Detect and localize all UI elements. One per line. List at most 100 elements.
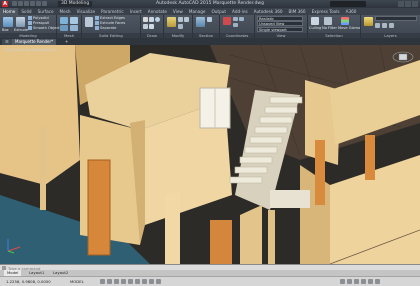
viewcube[interactable] xyxy=(392,49,414,63)
close-icon[interactable] xyxy=(412,1,418,7)
ribbon-tab-annotate[interactable]: Annotate xyxy=(145,8,170,15)
mesh-smooth-icon[interactable] xyxy=(60,17,68,24)
layer-properties-icon[interactable] xyxy=(364,17,373,26)
viewport-config-dropdown[interactable]: Single viewport xyxy=(257,27,303,32)
ribbon-tab-solid[interactable]: Solid xyxy=(18,8,34,15)
ribbon-tab-a360[interactable]: A360 xyxy=(343,8,360,15)
extrude-faces-item[interactable]: Extrude Faces xyxy=(95,21,125,25)
ucs-world-icon[interactable] xyxy=(233,17,238,21)
osnap-icon[interactable] xyxy=(128,279,133,284)
ribbon-tab-home[interactable]: Home xyxy=(0,8,19,15)
align-icon[interactable] xyxy=(184,17,189,22)
presspull-item[interactable]: Presspull xyxy=(28,21,49,25)
extrude-button-label[interactable]: Extrude xyxy=(14,28,28,32)
minimize-icon[interactable] xyxy=(398,1,404,7)
inner-wall-2 xyxy=(240,205,262,264)
circle-icon[interactable] xyxy=(155,17,160,22)
workspace-icon[interactable] xyxy=(347,279,352,284)
ribbon-tab-autodesk-360[interactable]: Autodesk 360 xyxy=(251,8,286,15)
layer-lock-icon[interactable] xyxy=(389,23,394,28)
ribbon-tab-mesh[interactable]: Mesh xyxy=(57,8,74,15)
section-plane-icon[interactable] xyxy=(196,17,205,27)
customization-icon[interactable] xyxy=(375,279,380,284)
ribbon-tab-manage[interactable]: Manage xyxy=(186,8,209,15)
ucs-icon[interactable] xyxy=(223,17,231,25)
smooth-object-item[interactable]: Smooth Object xyxy=(28,26,60,30)
ribbon-tab-view[interactable]: View xyxy=(170,8,186,15)
panel-layers: Layers xyxy=(361,15,420,38)
3d-move-icon[interactable] xyxy=(167,17,176,27)
panel-view: Realistic Unsaved View Single viewport V… xyxy=(255,15,308,38)
ucs-view-icon[interactable] xyxy=(239,17,244,21)
polar-icon[interactable] xyxy=(121,279,126,284)
window-controls xyxy=(398,1,418,7)
status-toggles xyxy=(100,279,161,284)
ducs-icon[interactable] xyxy=(142,279,147,284)
culling-icon[interactable] xyxy=(311,17,319,25)
maximize-icon[interactable] xyxy=(405,1,411,7)
separate-label: Separate xyxy=(100,26,117,30)
polysolid-label: Polysolid xyxy=(33,16,49,20)
ucs-object-icon[interactable] xyxy=(233,23,238,27)
ribbon-tab-visualize[interactable]: Visualize xyxy=(74,8,98,15)
hardware-acceleration-icon[interactable] xyxy=(361,279,366,284)
mesh-refine-icon[interactable] xyxy=(70,17,78,24)
smooth-object-label: Smooth Object xyxy=(33,26,60,30)
lower-door xyxy=(210,220,232,264)
mesh-convert-icon[interactable] xyxy=(70,25,78,31)
ribbon-tab-output[interactable]: Output xyxy=(208,8,229,15)
rotate-icon[interactable] xyxy=(178,17,183,22)
ortho-icon[interactable] xyxy=(114,279,119,284)
box-button-label[interactable]: Box xyxy=(2,28,9,32)
ribbon-tab-bim-360[interactable]: BIM 360 xyxy=(286,8,309,15)
move-gizmo-label[interactable]: Move Gizmo xyxy=(338,26,360,30)
grid-icon[interactable] xyxy=(100,279,105,284)
snap-icon[interactable] xyxy=(107,279,112,284)
no-filter-icon[interactable] xyxy=(324,17,332,25)
mirror-icon[interactable] xyxy=(178,24,183,29)
named-view-dropdown[interactable]: Unsaved View xyxy=(257,21,303,26)
viewport-controls-label[interactable]: [-][Custom View][Realistic] xyxy=(4,47,55,52)
layer-freeze-icon[interactable] xyxy=(382,23,387,28)
lineweight-icon[interactable] xyxy=(156,279,161,284)
search-input[interactable] xyxy=(330,1,366,7)
rectangle-icon[interactable] xyxy=(143,24,148,29)
title-bar: A 3D Modeling Autodesk AutoCAD 2015 Marq… xyxy=(0,0,420,8)
arc-icon[interactable] xyxy=(149,24,154,29)
box-icon[interactable] xyxy=(3,17,13,27)
layer-off-icon[interactable] xyxy=(375,23,380,28)
clean-screen-icon[interactable] xyxy=(368,279,373,284)
inner-wall xyxy=(165,190,180,264)
polysolid-item[interactable]: Polysolid xyxy=(28,16,49,20)
separate-item[interactable]: Separate xyxy=(95,26,116,30)
panel-selection: Culling No Filter Move Gizmo Selection xyxy=(308,15,361,38)
annotation-scale-icon[interactable] xyxy=(340,279,345,284)
isolate-icon[interactable] xyxy=(354,279,359,284)
otrack-icon[interactable] xyxy=(135,279,140,284)
line-icon[interactable] xyxy=(143,17,148,22)
coordinate-readout: 1.2256, 0.9808, 0.0000 xyxy=(6,279,51,284)
extract-edges-label: Extract Edges xyxy=(100,16,125,20)
polyline-icon[interactable] xyxy=(149,17,154,22)
mesh-crease-icon[interactable] xyxy=(60,25,68,31)
dyn-icon[interactable] xyxy=(149,279,154,284)
extrude-faces-label: Extrude Faces xyxy=(100,21,126,25)
ribbon-tab-insert[interactable]: Insert xyxy=(127,8,145,15)
move-gizmo-icon[interactable] xyxy=(341,17,349,25)
extrude-icon[interactable] xyxy=(16,17,25,27)
layer-dropdown[interactable] xyxy=(375,16,417,21)
model-space-indicator[interactable]: MODEL xyxy=(70,279,84,284)
ribbon-tab-add-ins[interactable]: Add-ins xyxy=(229,8,251,15)
drawing-viewport[interactable]: [-][Custom View][Realistic] xyxy=(0,45,420,264)
viewcube-icon[interactable] xyxy=(392,50,414,64)
right-door xyxy=(365,135,375,180)
ribbon-tab-parametric[interactable]: Parametric xyxy=(98,8,127,15)
section-icon[interactable] xyxy=(207,17,212,22)
culling-label[interactable]: Culling xyxy=(309,26,321,30)
side-door xyxy=(315,140,325,205)
ribbon-tab-surface[interactable]: Surface xyxy=(35,8,57,15)
solid-union-icon[interactable] xyxy=(85,17,93,27)
extract-edges-item[interactable]: Extract Edges xyxy=(95,16,125,20)
ribbon-tab-express-tools[interactable]: Express Tools xyxy=(309,8,343,15)
no-filter-label[interactable]: No Filter xyxy=(322,26,337,30)
